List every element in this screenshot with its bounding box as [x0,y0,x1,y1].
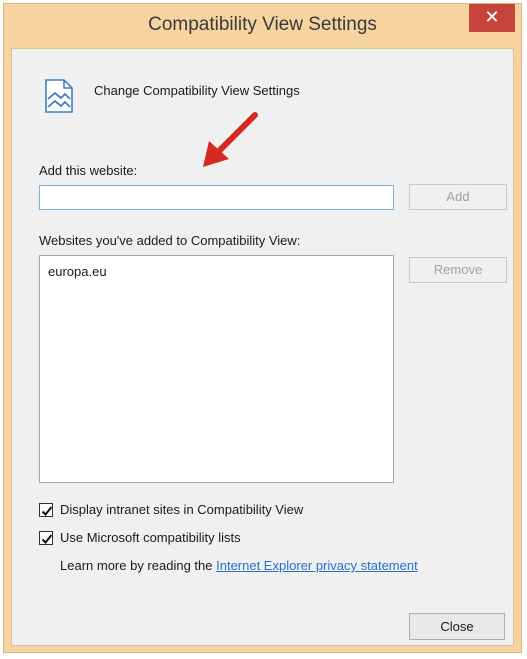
list-item[interactable]: europa.eu [48,264,107,279]
learn-more-prefix: Learn more by reading the [60,558,213,573]
dialog-window: Compatibility View Settings ✕ Change Com… [3,3,522,653]
close-button[interactable]: Close [409,613,505,640]
intranet-checkbox[interactable] [39,503,53,517]
websites-listbox[interactable]: europa.eu [39,255,394,483]
compat-lists-checkbox[interactable] [39,531,53,545]
websites-list-label: Websites you've added to Compatibility V… [39,233,301,248]
privacy-statement-link[interactable]: Internet Explorer privacy statement [216,558,418,573]
add-website-label: Add this website: [39,163,138,178]
learn-more-text: Learn more by reading the Internet Explo… [60,558,418,573]
title-bar[interactable]: Compatibility View Settings ✕ [4,4,521,48]
window-close-button[interactable]: ✕ [469,4,515,32]
dialog-content: Change Compatibility View Settings Add t… [11,48,514,646]
add-button[interactable]: Add [409,184,507,210]
annotation-arrow [203,112,258,167]
remove-button[interactable]: Remove [409,257,507,283]
header-text: Change Compatibility View Settings [94,83,300,98]
compat-lists-option-label: Use Microsoft compatibility lists [60,530,241,545]
window-title: Compatibility View Settings [148,14,377,35]
intranet-option-label: Display intranet sites in Compatibility … [60,502,304,517]
checkmark-icon [41,506,53,516]
compatibility-view-icon [42,77,76,115]
add-website-input[interactable] [39,185,394,210]
checkmark-icon [41,534,53,544]
